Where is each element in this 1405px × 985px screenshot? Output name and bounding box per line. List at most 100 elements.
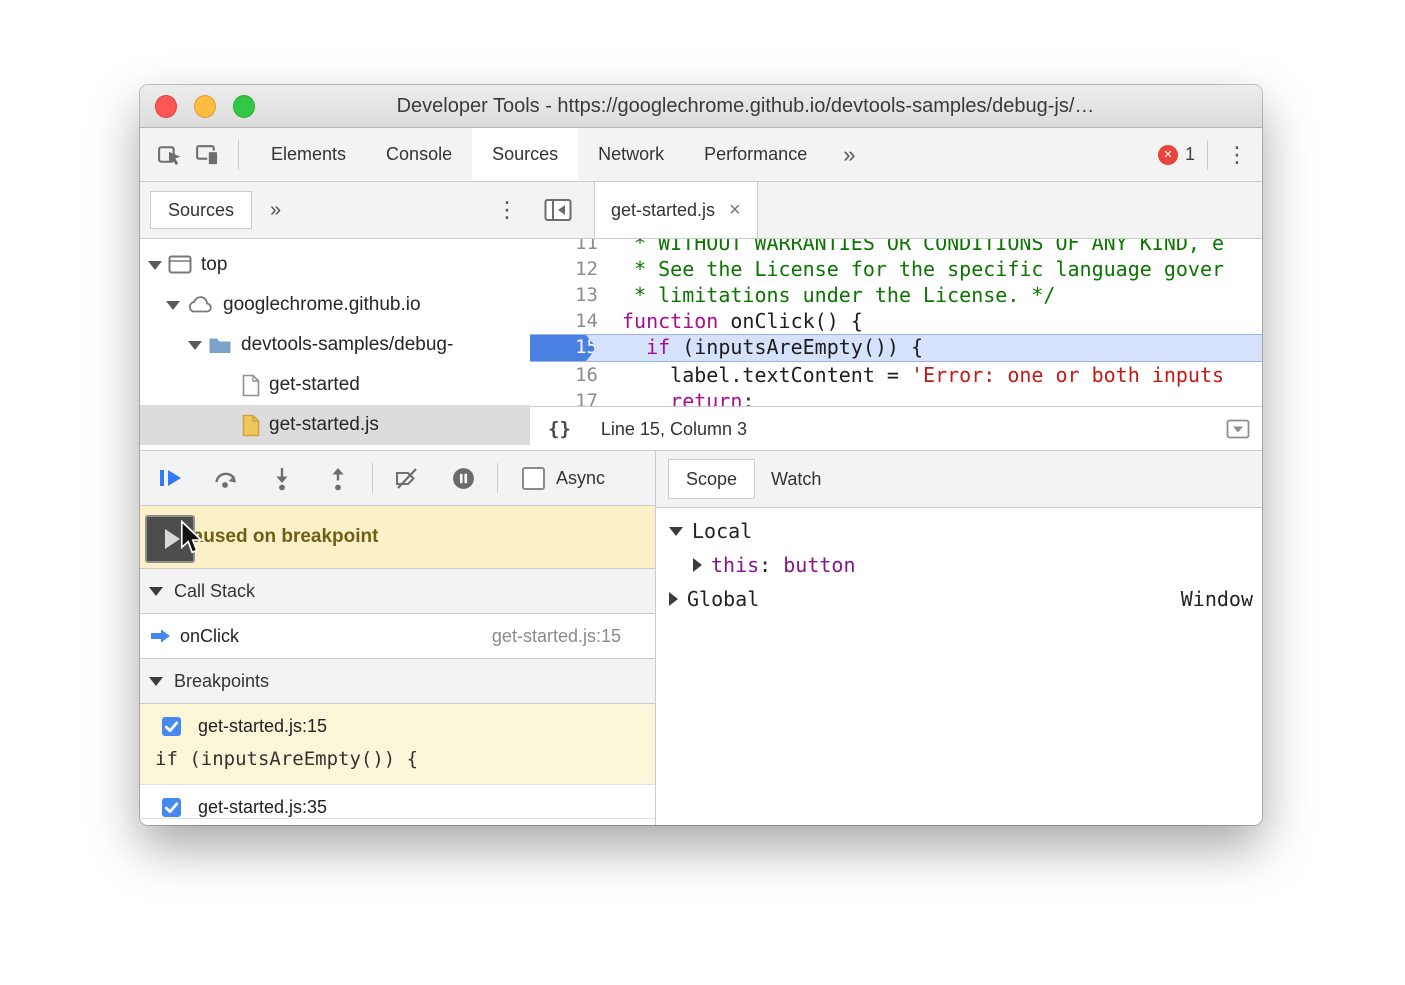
editor-status-bar: {} Line 15, Column 3 [530, 406, 1262, 450]
code-scroll: 11 * WITHOUT WARRANTIES OR CONDITIONS OF… [530, 239, 1262, 406]
close-tab-icon[interactable]: × [729, 199, 741, 222]
tree-item-label: top [201, 254, 227, 276]
devtools-main-area: Sources » ⋮ top [140, 182, 1262, 825]
code-token: ; [742, 389, 754, 406]
async-checkbox[interactable] [522, 467, 545, 490]
gutter-line-number[interactable]: 11 [530, 239, 612, 256]
toolbar-right-group: ✕ 1 ⋮ [1158, 140, 1262, 170]
pause-on-exceptions-icon [451, 466, 476, 491]
code-line: 17 return; [530, 388, 1262, 406]
comment-token: * limitations under the License. */ [622, 283, 1055, 307]
inspect-element-button[interactable] [150, 136, 188, 174]
device-toolbar-button[interactable] [188, 136, 226, 174]
folder-icon [208, 336, 232, 355]
debugger-region: Async Paused on breakpoint Call Stack [140, 450, 1262, 825]
tab-watch[interactable]: Watch [771, 469, 821, 490]
call-stack-frame[interactable]: onClick get-started.js:15 [140, 614, 655, 658]
tab-performance[interactable]: Performance [684, 128, 827, 181]
paused-banner: Paused on breakpoint [140, 506, 655, 568]
deactivate-breakpoints-icon [394, 466, 420, 491]
collapse-icon [669, 527, 683, 536]
tree-item-origin[interactable]: googlechrome.github.io [140, 285, 530, 325]
scope-tree: Local this: button Global Window [656, 508, 1262, 616]
step-out-icon [327, 466, 349, 491]
gutter-line-number[interactable]: 12 [530, 256, 612, 282]
error-x-glyph: ✕ [1163, 148, 1172, 161]
resume-button[interactable] [148, 458, 192, 498]
call-stack-header[interactable]: Call Stack [140, 568, 655, 614]
navigator-tab-sources[interactable]: Sources [150, 191, 252, 229]
scope-this-property[interactable]: this: button [656, 548, 1262, 582]
code-line: 13 * limitations under the License. */ [530, 282, 1262, 308]
tree-item-label: get-started [269, 374, 360, 396]
main-menu-button[interactable]: ⋮ [1220, 142, 1254, 168]
tree-item-get-started-js[interactable]: get-started.js [140, 405, 530, 445]
string-token: 'Error: one or both inputs [911, 363, 1224, 387]
collapse-icon [188, 341, 202, 350]
cloud-icon [186, 295, 214, 315]
scope-local-section[interactable]: Local [656, 514, 1262, 548]
traffic-lights [155, 95, 255, 118]
tab-network[interactable]: Network [578, 128, 684, 181]
navigator-toggle-icon [544, 198, 572, 222]
collapse-icon [166, 301, 180, 310]
collapse-icon [149, 587, 163, 596]
editor-tab-label: get-started.js [611, 200, 715, 221]
step-over-icon [213, 467, 239, 490]
editor-tab-get-started-js[interactable]: get-started.js × [594, 182, 758, 238]
navigator-menu-button[interactable]: ⋮ [496, 197, 518, 223]
tree-item-get-started[interactable]: get-started [140, 365, 530, 405]
tab-sources[interactable]: Sources [472, 128, 578, 181]
pause-on-exceptions-button[interactable] [441, 458, 485, 498]
toggle-navigator-button[interactable] [538, 190, 578, 230]
breakpoint-checkbox[interactable] [162, 717, 181, 736]
tab-elements[interactable]: Elements [251, 128, 366, 181]
deactivate-breakpoints-button[interactable] [385, 458, 429, 498]
breakpoint-item[interactable]: get-started.js:15 if (inputsAreEmpty()) … [140, 704, 655, 785]
scope-watch-pane: Scope Watch Local this: button Global [655, 451, 1262, 825]
breakpoint-checkbox[interactable] [162, 798, 181, 817]
code-token: onClick() { [718, 309, 863, 333]
tab-scope[interactable]: Scope [668, 459, 755, 499]
minimize-window-button[interactable] [194, 95, 216, 118]
gutter-line-number[interactable]: 13 [530, 282, 612, 308]
breakpoint-item[interactable]: get-started.js:35 [140, 785, 655, 819]
code-line: 16 label.textContent = 'Error: one or bo… [530, 362, 1262, 388]
checkmark-icon [162, 798, 181, 817]
inspect-icon [156, 141, 183, 168]
error-count: 1 [1185, 144, 1195, 165]
execution-line-gutter[interactable]: 15 [530, 335, 612, 361]
zoom-window-button[interactable] [233, 95, 255, 118]
panel-toggle-button[interactable] [1226, 419, 1250, 439]
execution-arrow-icon [150, 628, 172, 644]
more-tabs-button[interactable]: » [827, 142, 871, 168]
pretty-print-button[interactable]: {} [548, 418, 571, 440]
tab-console[interactable]: Console [366, 128, 472, 181]
device-toolbar-icon [194, 141, 221, 168]
step-into-button[interactable] [260, 458, 304, 498]
tree-item-folder[interactable]: devtools-samples/debug- [140, 325, 530, 365]
scope-global-section[interactable]: Global Window [656, 582, 1262, 616]
gutter-line-number[interactable]: 14 [530, 308, 612, 334]
file-tree: top googlechrome.github.io [140, 239, 530, 445]
property-separator: : [759, 553, 783, 577]
breakpoint-location: get-started.js:15 [198, 716, 327, 737]
step-over-button[interactable] [204, 458, 248, 498]
breakpoint-location: get-started.js:35 [198, 797, 327, 818]
paused-message: Paused on breakpoint [180, 526, 378, 548]
gutter-line-number[interactable]: 17 [530, 388, 612, 406]
code-line: 12 * See the License for the specific la… [530, 256, 1262, 282]
step-out-button[interactable] [316, 458, 360, 498]
navigator-more-tabs-button[interactable]: » [270, 199, 281, 222]
property-value: button [783, 553, 855, 577]
code-token: (inputsAreEmpty()) { [670, 335, 923, 359]
toolbar-separator [372, 463, 373, 493]
code-editor: 11 * WITHOUT WARRANTIES OR CONDITIONS OF… [530, 239, 1262, 406]
tree-item-top[interactable]: top [140, 245, 530, 285]
error-badge-icon[interactable]: ✕ [1158, 145, 1178, 165]
collapse-icon [148, 261, 162, 270]
gutter-line-number[interactable]: 16 [530, 362, 612, 388]
editor-pane: get-started.js × 11 * WITHOUT WARRANTIES… [530, 182, 1262, 450]
breakpoints-header[interactable]: Breakpoints [140, 658, 655, 704]
close-window-button[interactable] [155, 95, 177, 118]
